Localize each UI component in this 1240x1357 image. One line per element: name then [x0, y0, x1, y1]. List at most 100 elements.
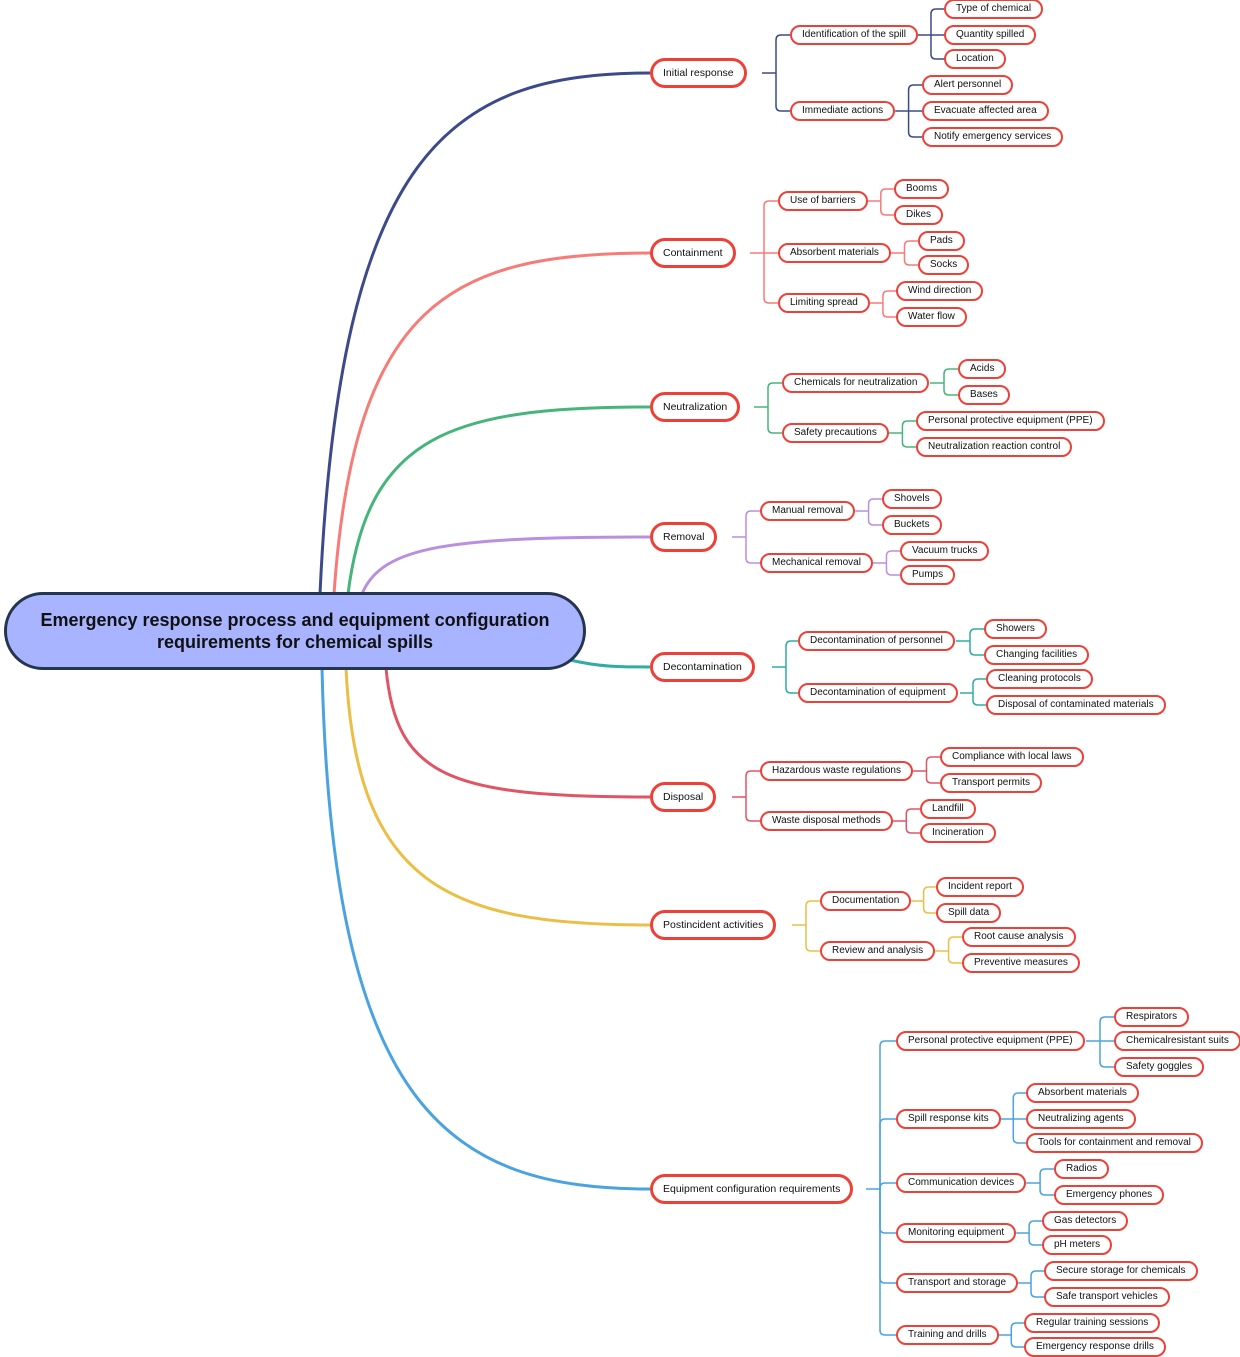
leaf-node-absorbent-materials[interactable]: Absorbent materials [1026, 1083, 1139, 1103]
leaf-node-cleaning-protocols-label: Cleaning protocols [998, 673, 1081, 684]
branch-node-containment-label: Containment [663, 246, 723, 259]
leaf-node-pumps-label: Pumps [912, 569, 944, 580]
leaf-node-transport-permits[interactable]: Transport permits [940, 773, 1042, 793]
leaf-node-dikes[interactable]: Dikes [894, 205, 944, 225]
leaf-node-emergency-phones[interactable]: Emergency phones [1054, 1185, 1165, 1205]
connector [903, 240, 918, 253]
topic-node-use-of-barriers[interactable]: Use of barriers [778, 191, 868, 211]
leaf-node-radios[interactable]: Radios [1054, 1159, 1110, 1179]
branch-node-postincident-activities[interactable]: Postincident activities [650, 910, 777, 940]
leaf-node-water-flow[interactable]: Water flow [896, 307, 967, 327]
leaf-node-root-cause-analysis[interactable]: Root cause analysis [962, 927, 1076, 947]
leaf-node-buckets[interactable]: Buckets [882, 515, 942, 535]
leaf-node-evacuate-affected-area[interactable]: Evacuate affected area [922, 101, 1049, 121]
topic-node-training-and-drills[interactable]: Training and drills [896, 1325, 999, 1345]
leaf-node-gas-detectors-label: Gas detectors [1054, 1215, 1117, 1226]
leaf-node-pumps[interactable]: Pumps [900, 565, 956, 585]
leaf-node-incineration[interactable]: Incineration [920, 823, 996, 843]
branch-node-initial-response[interactable]: Initial response [650, 58, 747, 88]
leaf-node-alert-personnel-label: Alert personnel [934, 79, 1002, 90]
leaf-node-safety-goggles-label: Safety goggles [1126, 1061, 1193, 1072]
topic-node-personal-protective-equipment-ppe-label: Personal protective equipment (PPE) [908, 1035, 1073, 1046]
leaf-node-changing-facilities[interactable]: Changing facilities [984, 645, 1090, 665]
topic-node-mechanical-removal[interactable]: Mechanical removal [760, 553, 873, 573]
leaf-node-wind-direction[interactable]: Wind direction [896, 281, 984, 301]
branch-node-disposal[interactable]: Disposal [650, 782, 717, 812]
branch-node-containment[interactable]: Containment [650, 238, 736, 268]
leaf-node-cleaning-protocols[interactable]: Cleaning protocols [986, 669, 1093, 689]
topic-node-transport-and-storage[interactable]: Transport and storage [896, 1273, 1019, 1293]
leaf-node-regular-training-sessions[interactable]: Regular training sessions [1024, 1313, 1161, 1333]
branch-node-decontamination[interactable]: Decontamination [650, 652, 755, 682]
leaf-node-safety-goggles[interactable]: Safety goggles [1114, 1057, 1205, 1077]
leaf-node-respirators[interactable]: Respirators [1114, 1007, 1190, 1027]
topic-node-waste-disposal-methods[interactable]: Waste disposal methods [760, 811, 893, 831]
root-node[interactable]: Emergency response process and equipment… [4, 592, 586, 670]
leaf-node-vacuum-trucks[interactable]: Vacuum trucks [900, 541, 990, 561]
topic-node-decontamination-of-equipment-label: Decontamination of equipment [810, 687, 946, 698]
leaf-node-acids[interactable]: Acids [958, 359, 1007, 379]
topic-node-hazardous-waste-regulations[interactable]: Hazardous waste regulations [760, 761, 913, 781]
topic-node-safety-precautions[interactable]: Safety precautions [782, 423, 889, 443]
topic-node-identification-of-the-spill[interactable]: Identification of the spill [790, 25, 918, 45]
leaf-node-preventive-measures[interactable]: Preventive measures [962, 953, 1080, 973]
leaf-node-location-label: Location [956, 53, 994, 64]
connector [1030, 1283, 1044, 1298]
leaf-node-neutralization-reaction-control[interactable]: Neutralization reaction control [916, 437, 1073, 457]
topic-node-chemicals-for-neutralization[interactable]: Chemicals for neutralization [782, 373, 930, 393]
topic-node-absorbent-materials[interactable]: Absorbent materials [778, 243, 891, 263]
topic-node-review-and-analysis[interactable]: Review and analysis [820, 941, 936, 961]
connector [925, 756, 940, 771]
leaf-node-pads[interactable]: Pads [918, 231, 965, 251]
leaf-node-bases-label: Bases [970, 389, 998, 400]
branch-node-removal[interactable]: Removal [650, 522, 718, 552]
leaf-node-shovels[interactable]: Shovels [882, 489, 942, 509]
topic-node-manual-removal[interactable]: Manual removal [760, 501, 856, 521]
leaf-node-tools-for-containment-and-removal[interactable]: Tools for containment and removal [1026, 1133, 1203, 1153]
connector [745, 770, 760, 797]
leaf-node-alert-personnel[interactable]: Alert personnel [922, 75, 1014, 95]
topic-node-documentation[interactable]: Documentation [820, 891, 912, 911]
leaf-node-safe-transport-vehicles[interactable]: Safe transport vehicles [1044, 1287, 1170, 1307]
connector [943, 368, 958, 383]
leaf-node-landfill[interactable]: Landfill [920, 799, 976, 819]
leaf-node-emergency-response-drills[interactable]: Emergency response drills [1024, 1337, 1166, 1357]
leaf-node-disposal-of-contaminated-materials[interactable]: Disposal of contaminated materials [986, 695, 1166, 715]
leaf-node-spill-data-label: Spill data [948, 907, 990, 918]
branch-node-equipment-configuration-requirements[interactable]: Equipment configuration requirements [650, 1174, 854, 1204]
leaf-node-incident-report[interactable]: Incident report [936, 877, 1024, 897]
leaf-node-showers[interactable]: Showers [984, 619, 1047, 639]
leaf-node-type-of-chemical-label: Type of chemical [956, 3, 1032, 14]
leaf-node-booms[interactable]: Booms [894, 179, 950, 199]
topic-node-immediate-actions[interactable]: Immediate actions [790, 101, 896, 121]
leaf-node-quantity-spilled[interactable]: Quantity spilled [944, 25, 1037, 45]
leaf-node-gas-detectors[interactable]: Gas detectors [1042, 1211, 1129, 1231]
leaf-node-socks[interactable]: Socks [918, 255, 970, 275]
leaf-node-showers-label: Showers [996, 623, 1035, 634]
topic-node-personal-protective-equipment-ppe[interactable]: Personal protective equipment (PPE) [896, 1031, 1085, 1051]
leaf-node-incineration-label: Incineration [932, 827, 984, 838]
leaf-node-personal-protective-equipment-ppe[interactable]: Personal protective equipment (PPE) [916, 411, 1105, 431]
topic-node-waste-disposal-methods-label: Waste disposal methods [772, 815, 881, 826]
leaf-node-secure-storage-for-chemicals[interactable]: Secure storage for chemicals [1044, 1261, 1198, 1281]
topic-node-decontamination-of-personnel[interactable]: Decontamination of personnel [798, 631, 955, 651]
leaf-node-compliance-with-local-laws[interactable]: Compliance with local laws [940, 747, 1084, 767]
branch-node-neutralization[interactable]: Neutralization [650, 392, 741, 422]
leaf-node-bases[interactable]: Bases [958, 385, 1010, 405]
leaf-node-evacuate-affected-area-label: Evacuate affected area [934, 105, 1037, 116]
leaf-node-neutralizing-agents[interactable]: Neutralizing agents [1026, 1109, 1136, 1129]
leaf-node-notify-emergency-services[interactable]: Notify emergency services [922, 127, 1064, 147]
topic-node-communication-devices[interactable]: Communication devices [896, 1173, 1027, 1193]
leaf-node-spill-data[interactable]: Spill data [936, 903, 1002, 923]
leaf-node-type-of-chemical[interactable]: Type of chemical [944, 0, 1044, 19]
topic-node-transport-and-storage-label: Transport and storage [908, 1277, 1007, 1288]
topic-node-monitoring-equipment[interactable]: Monitoring equipment [896, 1223, 1017, 1243]
leaf-node-notify-emergency-services-label: Notify emergency services [934, 131, 1052, 142]
topic-node-decontamination-of-equipment[interactable]: Decontamination of equipment [798, 683, 958, 703]
topic-node-limiting-spread[interactable]: Limiting spread [778, 293, 870, 313]
leaf-node-ph-meters[interactable]: pH meters [1042, 1235, 1113, 1255]
leaf-node-chemicalresistant-suits[interactable]: Chemicalresistant suits [1114, 1031, 1240, 1051]
leaf-node-ph-meters-label: pH meters [1054, 1239, 1101, 1250]
leaf-node-location[interactable]: Location [944, 49, 1006, 69]
topic-node-spill-response-kits[interactable]: Spill response kits [896, 1109, 1001, 1129]
